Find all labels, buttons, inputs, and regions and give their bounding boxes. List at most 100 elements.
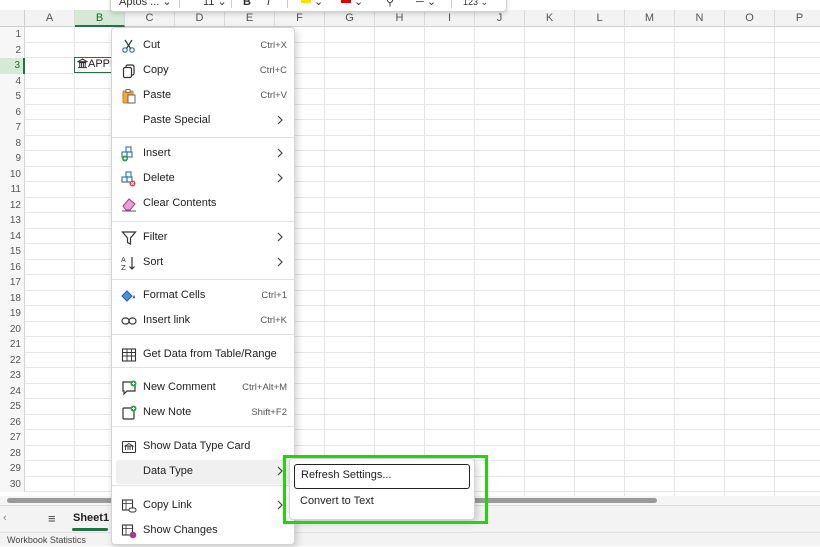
menu-item-shortcut: Ctrl+V: [260, 90, 287, 101]
font-name-box[interactable]: Aptos ... ⌄: [119, 0, 172, 9]
row-header-10[interactable]: 10: [0, 166, 25, 182]
row-header-18[interactable]: 18: [0, 290, 25, 306]
menu-item-get-data-from-table-range[interactable]: Get Data from Table/Range: [116, 343, 292, 367]
number-format-value: 123: [463, 0, 479, 7]
row-header-27[interactable]: 27: [0, 430, 25, 446]
row-header-11[interactable]: 11: [0, 182, 25, 198]
grid-vline: [574, 27, 575, 497]
menu-item-label: Insert link: [143, 314, 191, 326]
column-header-d[interactable]: D: [175, 10, 225, 27]
row-header-3[interactable]: 3: [0, 58, 25, 74]
column-header-i[interactable]: I: [425, 10, 475, 27]
menu-item-data-type[interactable]: Data Type: [116, 460, 292, 484]
menu-item-clear-contents[interactable]: Clear Contents: [116, 192, 292, 216]
tab-scroll-left-icon[interactable]: ‹: [3, 512, 7, 524]
column-header-n[interactable]: N: [675, 10, 725, 27]
grid-vline: [724, 27, 725, 497]
menu-item-paste[interactable]: Paste Ctrl+V: [116, 84, 292, 108]
borders-icon[interactable]: ─ ⌄: [416, 0, 436, 9]
menu-item-new-comment[interactable]: New Comment Ctrl+Alt+M: [116, 376, 292, 400]
svg-text:A: A: [121, 256, 126, 264]
menu-item-show-data-type-card[interactable]: Show Data Type Card: [116, 435, 292, 459]
menu-item-label: Show Changes: [143, 524, 218, 536]
show-changes-icon: [121, 523, 137, 539]
menu-item-insert-link[interactable]: Insert link Ctrl+K: [116, 309, 292, 333]
row-header-21[interactable]: 21: [0, 337, 25, 353]
column-header-p[interactable]: P: [775, 10, 820, 27]
menu-item-insert[interactable]: Insert: [116, 142, 292, 166]
column-header-f[interactable]: F: [275, 10, 325, 27]
menu-item-label: Get Data from Table/Range: [143, 348, 277, 360]
chevron-right-icon: [275, 146, 285, 160]
highlight-color-icon[interactable]: ⌄: [301, 0, 323, 9]
menu-item-paste-special[interactable]: Paste Special: [116, 109, 292, 133]
menu-item-label: Clear Contents: [143, 197, 217, 209]
row-header-30[interactable]: 30: [0, 476, 25, 492]
row-header-6[interactable]: 6: [0, 104, 25, 120]
row-header-12[interactable]: 12: [0, 197, 25, 213]
menu-item-cut[interactable]: Cut Ctrl+X: [116, 34, 292, 58]
row-header-22[interactable]: 22: [0, 352, 25, 368]
column-header-m[interactable]: M: [625, 10, 675, 27]
row-header-24[interactable]: 24: [0, 383, 25, 399]
row-header-25[interactable]: 25: [0, 399, 25, 415]
column-header-j[interactable]: J: [475, 10, 525, 27]
bold-button[interactable]: B: [243, 0, 251, 9]
format-painter-icon[interactable]: ⚲: [386, 0, 394, 9]
menu-item-label: Sort: [143, 256, 164, 268]
row-header-15[interactable]: 15: [0, 244, 25, 260]
row-header-9[interactable]: 9: [0, 151, 25, 167]
row-header-5[interactable]: 5: [0, 89, 25, 105]
column-header-a[interactable]: A: [25, 10, 75, 27]
format-cells-icon: [121, 288, 137, 304]
column-header-b[interactable]: B: [75, 10, 125, 27]
row-header-16[interactable]: 16: [0, 259, 25, 275]
sheet-tab-active[interactable]: Sheet1: [66, 506, 110, 532]
menu-item-delete[interactable]: Delete: [116, 167, 292, 191]
row-header-17[interactable]: 17: [0, 275, 25, 291]
row-header-26[interactable]: 26: [0, 414, 25, 430]
select-all-corner[interactable]: [0, 10, 25, 27]
menu-item-label: Filter: [143, 231, 168, 243]
menu-item-new-note[interactable]: New Note Shift+F2: [116, 401, 292, 425]
scissors-icon: [121, 38, 137, 54]
stocks-data-type-icon: [76, 58, 89, 69]
menu-item-format-cells[interactable]: Format Cells Ctrl+1: [116, 284, 292, 308]
column-header-k[interactable]: K: [525, 10, 575, 27]
filter-icon: [121, 230, 137, 246]
row-header-2[interactable]: 2: [0, 42, 25, 58]
menu-separator: [112, 279, 294, 280]
menu-item-copy[interactable]: Copy Ctrl+C: [116, 59, 292, 83]
workbook-statistics-link[interactable]: Workbook Statistics: [7, 534, 86, 547]
row-header-13[interactable]: 13: [0, 213, 25, 229]
row-header-19[interactable]: 19: [0, 306, 25, 322]
column-header-e[interactable]: E: [225, 10, 275, 27]
font-size-box[interactable]: 11 ⌄: [203, 0, 227, 9]
menu-item-label: Show Data Type Card: [143, 440, 251, 452]
menu-item-filter[interactable]: Filter: [116, 226, 292, 250]
row-header-29[interactable]: 29: [0, 461, 25, 477]
font-size-value: 11: [203, 0, 215, 8]
row-header-23[interactable]: 23: [0, 368, 25, 384]
column-header-g[interactable]: G: [325, 10, 375, 27]
menu-item-shortcut: Shift+F2: [251, 407, 287, 418]
column-header-h[interactable]: H: [375, 10, 425, 27]
italic-button[interactable]: I: [267, 0, 270, 9]
row-header-14[interactable]: 14: [0, 228, 25, 244]
all-sheets-icon[interactable]: ≡: [48, 511, 56, 526]
row-header-8[interactable]: 8: [0, 135, 25, 151]
row-header-1[interactable]: 1: [0, 27, 25, 43]
row-header-4[interactable]: 4: [0, 73, 25, 89]
column-header-l[interactable]: L: [575, 10, 625, 27]
menu-item-label: Format Cells: [143, 289, 206, 301]
font-color-icon[interactable]: ⌄: [341, 0, 363, 9]
row-header-7[interactable]: 7: [0, 120, 25, 136]
row-header-20[interactable]: 20: [0, 321, 25, 337]
menu-item-sort[interactable]: A Z Sort: [116, 251, 292, 275]
menu-item-show-changes[interactable]: Show Changes: [116, 519, 292, 543]
column-header-o[interactable]: O: [725, 10, 775, 27]
column-header-c[interactable]: C: [125, 10, 175, 27]
menu-item-copy-link[interactable]: Copy Link: [116, 494, 292, 518]
row-header-28[interactable]: 28: [0, 445, 25, 461]
number-format-box[interactable]: 123 ⌄: [463, 0, 488, 9]
